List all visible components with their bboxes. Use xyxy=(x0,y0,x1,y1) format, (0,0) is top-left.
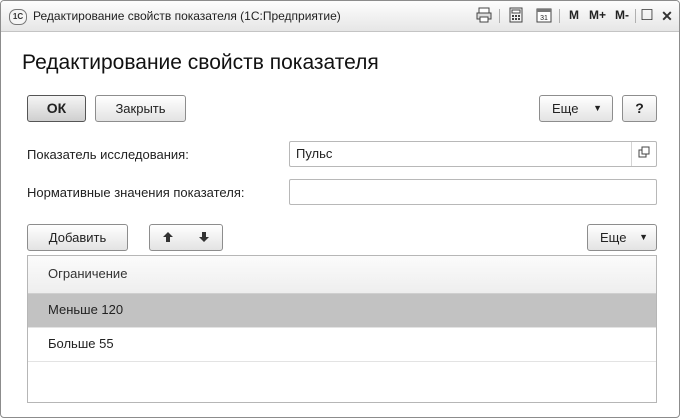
table-more-label: Еще xyxy=(600,230,627,245)
close-icon[interactable]: ✕ xyxy=(659,7,675,25)
app-logo: 1C xyxy=(9,9,27,25)
memory-minus-button[interactable]: M- xyxy=(615,8,629,22)
toolbar-separator xyxy=(499,9,500,23)
chevron-down-icon: ▼ xyxy=(639,232,648,242)
close-button[interactable]: Закрыть xyxy=(95,95,186,122)
table-more-button[interactable]: Еще ▼ xyxy=(587,224,657,251)
window-title: Редактирование свойств показателя (1С:Пр… xyxy=(33,9,341,23)
table-row[interactable]: Больше 55 xyxy=(28,328,656,362)
table-row[interactable]: Меньше 120 xyxy=(28,294,656,328)
help-button[interactable]: ? xyxy=(622,95,657,122)
move-buttons-group xyxy=(149,224,223,251)
table-cell: Меньше 120 xyxy=(48,302,124,317)
restore-icon[interactable]: ☐ xyxy=(639,7,655,25)
restrictions-table: Ограничение Меньше 120 Больше 55 xyxy=(27,255,657,403)
calendar-icon[interactable]: 31 xyxy=(535,7,553,25)
toolbar-separator xyxy=(559,9,560,23)
memory-plus-button[interactable]: M+ xyxy=(589,8,606,22)
page-title: Редактирование свойств показателя xyxy=(22,51,379,74)
norms-label: Нормативные значения показателя: xyxy=(27,185,245,200)
table-header: Ограничение xyxy=(28,256,656,294)
toolbar-separator xyxy=(635,9,636,23)
chevron-down-icon: ▼ xyxy=(593,103,602,113)
arrow-down-icon[interactable] xyxy=(196,225,212,251)
title-bar: 1C Редактирование свойств показателя (1С… xyxy=(1,1,679,32)
add-button[interactable]: Добавить xyxy=(27,224,128,251)
arrow-up-icon[interactable] xyxy=(160,225,176,251)
table-cell: Больше 55 xyxy=(48,336,114,351)
more-actions-label: Еще xyxy=(552,101,579,116)
open-icon[interactable] xyxy=(631,142,656,166)
ok-button[interactable]: ОК xyxy=(27,95,86,122)
svg-text:31: 31 xyxy=(540,15,548,22)
calculator-icon[interactable] xyxy=(507,7,525,25)
norms-field[interactable] xyxy=(289,179,657,205)
more-actions-button[interactable]: Еще ▼ xyxy=(539,95,613,122)
column-header-restriction: Ограничение xyxy=(48,266,128,281)
indicator-label: Показатель исследования: xyxy=(27,147,189,162)
form-window: 1C Редактирование свойств показателя (1С… xyxy=(0,0,680,418)
indicator-value: Пульс xyxy=(296,146,333,161)
indicator-field[interactable]: Пульс xyxy=(289,141,657,167)
printer-icon[interactable] xyxy=(475,7,493,25)
memory-m-button[interactable]: M xyxy=(569,8,579,22)
